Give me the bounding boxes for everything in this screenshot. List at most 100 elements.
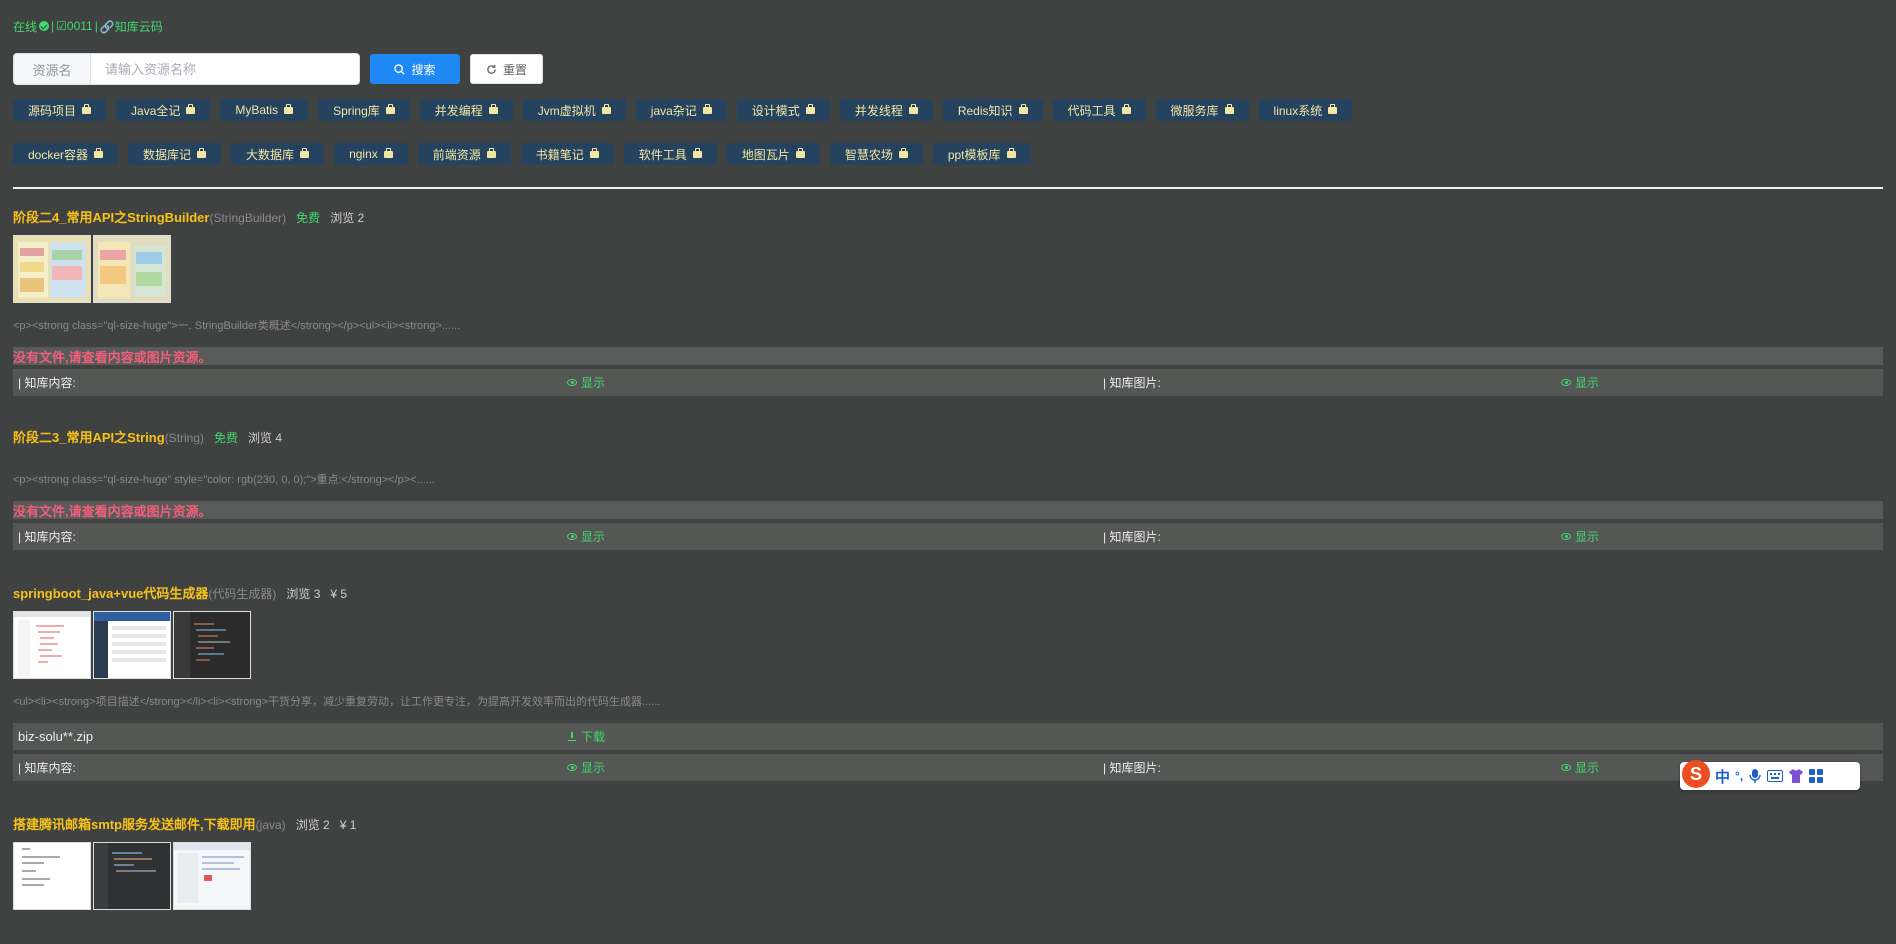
eye-icon bbox=[1561, 379, 1571, 386]
resource-name[interactable]: 搭建腾讯邮箱smtp服务发送邮件,下载即用 bbox=[13, 814, 256, 833]
search-button[interactable]: 搜索 bbox=[370, 54, 460, 84]
category-tag[interactable]: 并发编程 bbox=[419, 99, 513, 121]
resource-name[interactable]: 阶段二4_常用API之StringBuilder bbox=[13, 207, 209, 226]
briefcase-icon bbox=[795, 147, 805, 158]
image-label: | 知库图片: bbox=[1103, 530, 1161, 544]
category-tag-label: Redis知识 bbox=[957, 103, 1013, 118]
show-images-button[interactable]: 显示 bbox=[1561, 369, 1599, 396]
category-tag-label: ppt模板库 bbox=[947, 147, 1001, 162]
show-content-label: 显示 bbox=[581, 376, 606, 390]
briefcase-icon bbox=[1018, 103, 1028, 114]
briefcase-icon bbox=[488, 103, 498, 114]
download-button[interactable]: 下载 bbox=[567, 723, 605, 750]
briefcase-icon bbox=[702, 103, 712, 114]
eye-icon bbox=[1561, 764, 1571, 771]
category-tag[interactable]: 数据库记 bbox=[128, 143, 222, 165]
category-tag-label: 数据库记 bbox=[143, 147, 192, 162]
show-images-button[interactable]: 显示 bbox=[1561, 523, 1599, 550]
category-tag[interactable]: 前端资源 bbox=[417, 143, 511, 165]
category-tag[interactable]: ppt模板库 bbox=[932, 143, 1031, 165]
sogou-logo-icon[interactable]: S bbox=[1682, 760, 1710, 788]
skin-shirt-icon[interactable] bbox=[1788, 769, 1804, 783]
category-tag[interactable]: nginx bbox=[334, 143, 408, 165]
thumbnail[interactable] bbox=[173, 842, 251, 910]
resource-actions-bar: | 知库内容: 显示 | 知库图片: 显示 bbox=[13, 369, 1883, 396]
view-count: 浏览 2 bbox=[330, 211, 365, 225]
thumbnail[interactable] bbox=[13, 842, 91, 910]
resource-name[interactable]: springboot_java+vue代码生成器 bbox=[13, 583, 208, 602]
price: ¥ 1 bbox=[339, 818, 357, 832]
user-id: ☑0011 bbox=[56, 19, 93, 33]
category-tag[interactable]: 软件工具 bbox=[623, 143, 717, 165]
resource-category: (StringBuilder) bbox=[209, 211, 287, 225]
briefcase-icon bbox=[805, 103, 815, 114]
show-content-button[interactable]: 显示 bbox=[567, 369, 605, 396]
thumbnail[interactable] bbox=[93, 235, 171, 303]
show-content-label: 显示 bbox=[581, 761, 606, 775]
thumbnail-list bbox=[13, 611, 1883, 679]
category-tag[interactable]: Java全记 bbox=[116, 99, 211, 121]
thumbnail-list bbox=[13, 842, 1883, 910]
resource-item: 搭建腾讯邮箱smtp服务发送邮件,下载即用 (java) 浏览 2 ¥ 1 bbox=[13, 814, 1883, 910]
category-tag-label: 设计模式 bbox=[751, 103, 800, 118]
keyboard-icon[interactable] bbox=[1767, 770, 1784, 782]
category-tag[interactable]: 地图瓦片 bbox=[726, 143, 820, 165]
thumbnail[interactable] bbox=[93, 611, 171, 679]
category-tag[interactable]: 微服务库 bbox=[1155, 99, 1249, 121]
category-tag[interactable]: linux系统 bbox=[1258, 99, 1353, 121]
category-tag[interactable]: 智慧农场 bbox=[829, 143, 923, 165]
category-tag[interactable]: docker容器 bbox=[13, 143, 119, 165]
ime-toolbar[interactable]: S 中 °, bbox=[1680, 760, 1860, 790]
category-tag[interactable]: java杂记 bbox=[635, 99, 727, 121]
download-label: 下载 bbox=[581, 730, 606, 744]
resource-description: <p><strong class="ql-size-huge" style="c… bbox=[13, 474, 435, 486]
search-label: 资源名 bbox=[14, 54, 91, 84]
category-tag[interactable]: MyBatis bbox=[220, 99, 309, 121]
category-tag[interactable]: 大数据库 bbox=[231, 143, 325, 165]
thumbnail[interactable] bbox=[13, 235, 91, 303]
show-content-button[interactable]: 显示 bbox=[567, 754, 605, 781]
briefcase-icon bbox=[908, 103, 918, 114]
show-images-button[interactable]: 显示 bbox=[1561, 754, 1599, 781]
resource-item: springboot_java+vue代码生成器 (代码生成器) 浏览 3 ¥ … bbox=[13, 583, 1883, 781]
category-tag-label: 并发编程 bbox=[434, 103, 483, 118]
briefcase-icon bbox=[692, 147, 702, 158]
briefcase-icon bbox=[1006, 147, 1016, 158]
category-tag[interactable]: 设计模式 bbox=[736, 99, 830, 121]
resource-title-row: springboot_java+vue代码生成器 (代码生成器) 浏览 3 ¥ … bbox=[13, 583, 1883, 602]
briefcase-icon bbox=[300, 147, 310, 158]
view-count: 浏览 3 bbox=[286, 587, 321, 601]
category-tag-label: 书籍笔记 bbox=[535, 147, 584, 162]
category-tag[interactable]: 并发线程 bbox=[839, 99, 933, 121]
chinese-mode-toggle[interactable]: 中 bbox=[1715, 766, 1730, 787]
resource-description: <ul><li><strong>项目描述</strong></li><li><s… bbox=[13, 696, 661, 708]
category-tag[interactable]: Redis知识 bbox=[942, 99, 1043, 121]
category-tag[interactable]: 书籍笔记 bbox=[520, 143, 614, 165]
refresh-icon bbox=[487, 64, 496, 74]
search-bar: 资源名 搜索 重置 bbox=[13, 53, 1883, 85]
search-input[interactable] bbox=[91, 54, 359, 84]
resource-item: 阶段二4_常用API之StringBuilder (StringBuilder)… bbox=[13, 207, 1883, 396]
toolbox-grid-icon[interactable] bbox=[1809, 769, 1824, 783]
show-images-label: 显示 bbox=[1575, 376, 1600, 390]
category-tag[interactable]: Spring库 bbox=[318, 99, 410, 121]
briefcase-icon bbox=[486, 147, 496, 158]
thumbnail[interactable] bbox=[13, 611, 91, 679]
show-content-button[interactable]: 显示 bbox=[567, 523, 605, 550]
briefcase-icon bbox=[1121, 103, 1131, 114]
thumbnail[interactable] bbox=[93, 842, 171, 910]
resource-title-row: 阶段二3_常用API之String (String) 免费 浏览 4 bbox=[13, 427, 1883, 446]
site-link[interactable]: 🔗知库云码 bbox=[100, 18, 163, 35]
resource-name[interactable]: 阶段二3_常用API之String bbox=[13, 427, 165, 446]
category-tag[interactable]: 源码项目 bbox=[13, 99, 107, 121]
punctuation-toggle[interactable]: °, bbox=[1735, 769, 1743, 783]
file-row: biz-solu**.zip 下载 bbox=[13, 723, 1883, 750]
free-badge: 免费 bbox=[214, 431, 239, 445]
microphone-icon[interactable] bbox=[1748, 768, 1762, 784]
category-tag[interactable]: 代码工具 bbox=[1052, 99, 1146, 121]
reset-button[interactable]: 重置 bbox=[470, 54, 543, 84]
thumbnail[interactable] bbox=[173, 611, 251, 679]
category-tag[interactable]: Jvm虚拟机 bbox=[522, 99, 626, 121]
category-tag-label: 大数据库 bbox=[246, 147, 295, 162]
download-icon bbox=[567, 731, 577, 742]
